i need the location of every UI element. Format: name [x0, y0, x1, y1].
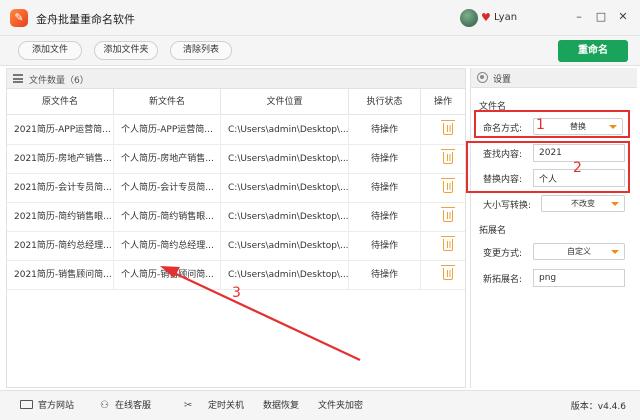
person-icon: ⚇	[100, 400, 109, 411]
status-bar: 官方网站 ⚇ 在线客服 ✂ 定时关机 数据恢复 文件夹加密 版本：v4.4.6	[0, 390, 640, 420]
arrow-head	[160, 266, 180, 278]
version-label: 版本：v4.4.6	[570, 402, 626, 412]
monitor-icon	[20, 400, 33, 409]
data-recovery-link[interactable]: 数据恢复	[263, 399, 299, 413]
official-website-link[interactable]: 官方网站	[38, 399, 74, 413]
online-support-link[interactable]: 在线客服	[115, 399, 151, 413]
arrow-shaft	[171, 271, 361, 361]
scissors-icon: ✂	[184, 400, 193, 411]
timer-shutdown-link[interactable]: 定时关机	[208, 399, 244, 413]
folder-encrypt-link[interactable]: 文件夹加密	[318, 399, 363, 413]
annotation-arrow	[160, 266, 361, 361]
